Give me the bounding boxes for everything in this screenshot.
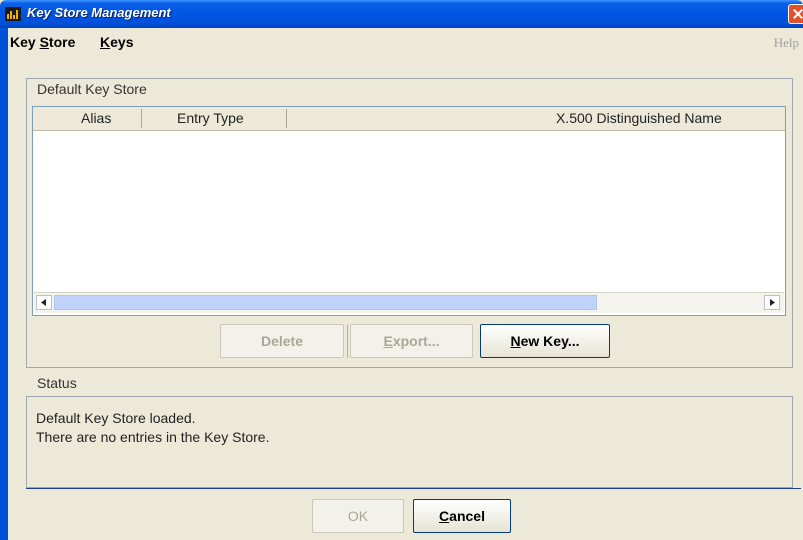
- new-key-button[interactable]: New Key...: [480, 324, 610, 358]
- key-store-table[interactable]: Alias Entry Type X.500 Distinguished Nam…: [32, 106, 786, 316]
- scroll-left-icon[interactable]: [36, 295, 52, 310]
- column-header-distinguished-name[interactable]: X.500 Distinguished Name: [556, 110, 722, 126]
- column-header-entry-type[interactable]: Entry Type: [177, 110, 244, 126]
- button-separator: [347, 324, 348, 358]
- window-frame: [0, 28, 8, 540]
- cancel-button[interactable]: Cancel: [413, 499, 511, 533]
- menu-bar: Key Store Keys Help: [8, 28, 803, 56]
- divider: [26, 488, 801, 489]
- horizontal-scrollbar[interactable]: [34, 292, 784, 313]
- app-icon: [5, 7, 21, 21]
- scroll-right-icon[interactable]: [764, 295, 780, 310]
- menu-keys[interactable]: Keys: [100, 34, 133, 50]
- window-title: Key Store Management: [27, 5, 171, 20]
- key-store-management-window: Key Store Management Key Store Keys Help…: [0, 0, 803, 540]
- status-panel-title: Status: [37, 375, 77, 391]
- key-store-panel-title: Default Key Store: [37, 81, 147, 97]
- table-header: Alias Entry Type X.500 Distinguished Nam…: [33, 107, 785, 131]
- scroll-thumb[interactable]: [54, 295, 597, 310]
- export-button[interactable]: Export...: [350, 324, 473, 358]
- status-line: Default Key Store loaded.: [36, 410, 196, 426]
- title-bar[interactable]: Key Store Management: [0, 0, 803, 28]
- close-icon[interactable]: [788, 4, 803, 24]
- menu-help[interactable]: Help: [774, 35, 799, 51]
- status-line: There are no entries in the Key Store.: [36, 429, 270, 445]
- menu-key-store[interactable]: Key Store: [10, 34, 75, 50]
- column-header-alias[interactable]: Alias: [81, 110, 111, 126]
- ok-button[interactable]: OK: [312, 499, 404, 533]
- delete-button[interactable]: Delete: [220, 324, 344, 358]
